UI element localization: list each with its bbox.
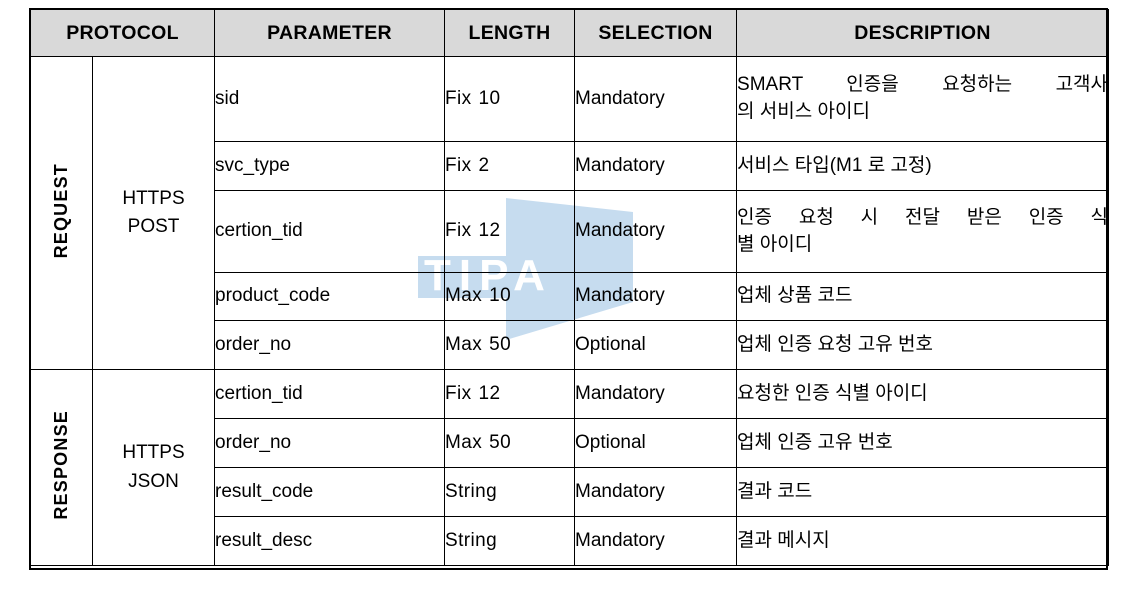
protocol-specification-table: PROTOCOL PARAMETER LENGTH SELECTION DESC… (29, 9, 1110, 566)
description-line-1: SMART 인증을 요청하는 고객사 (737, 74, 1109, 96)
description-line-2: 별 아이디 (737, 233, 813, 255)
protocol-line-2: POST (127, 216, 180, 237)
description-value: 결과 메시지 (736, 516, 1110, 566)
description-value: 업체 인증 요청 고유 번호 (736, 320, 1110, 370)
description-value: 업체 인증 고유 번호 (736, 418, 1110, 468)
section-label-text: RESPONSE (51, 410, 71, 520)
length-number: 10 (489, 285, 512, 307)
description-value: 요청한 인증 식별 아이디 (736, 369, 1110, 419)
length-value: Fix 12 (444, 190, 576, 273)
table-header-row: PROTOCOL PARAMETER LENGTH SELECTION DESC… (29, 9, 1110, 57)
selection-value: Mandatory (574, 272, 738, 321)
protocol-cell-response: HTTPS JSON (91, 369, 216, 566)
length-word: Max (445, 285, 483, 307)
selection-value: Mandatory (574, 141, 738, 191)
parameter-name: result_desc (214, 516, 446, 566)
length-value: Max 50 (444, 320, 576, 370)
column-header-parameter: PARAMETER (214, 9, 446, 57)
length-value: Fix 2 (444, 141, 576, 191)
length-word: Fix (445, 382, 472, 404)
length-value: String (444, 516, 576, 566)
parameter-name: order_no (214, 418, 446, 468)
section-label-text: REQUEST (51, 162, 71, 259)
column-header-length: LENGTH (444, 9, 576, 57)
parameter-name: result_code (214, 467, 446, 517)
parameter-name: product_code (214, 272, 446, 321)
length-number: 50 (489, 431, 512, 453)
protocol-line-2: JSON (128, 470, 179, 492)
protocol-line-1: HTTPS (122, 442, 185, 463)
protocol-line-1: HTTPS (122, 187, 185, 209)
parameter-name: certion_tid (214, 369, 446, 419)
selection-value: Mandatory (574, 516, 738, 566)
description-line-2: 의 서비스 아이디 (737, 101, 870, 122)
selection-value: Mandatory (574, 467, 738, 517)
length-word: Max (445, 431, 483, 453)
selection-value: Mandatory (574, 56, 738, 142)
table-row: RESPONSE HTTPS JSON certion_tid Fix 12 Ma… (30, 369, 1110, 566)
length-number: 50 (489, 333, 512, 355)
length-word: Fix (445, 87, 472, 109)
parameter-name: certion_tid (214, 190, 446, 273)
length-number: 2 (478, 154, 490, 176)
selection-value: Mandatory (574, 369, 738, 419)
parameter-name: order_no (214, 320, 446, 370)
length-word: Fix (445, 220, 472, 242)
selection-value: Optional (574, 320, 738, 370)
length-word: Max (445, 333, 483, 355)
length-value: Fix 12 (444, 369, 576, 419)
description-value: 서비스 타입(M1 로 고정) (736, 141, 1110, 191)
section-label-response: RESPONSE (30, 369, 93, 566)
parameter-name: sid (214, 56, 446, 142)
column-header-selection: SELECTION (574, 9, 738, 57)
length-value: Fix 10 (444, 56, 576, 142)
column-header-description: DESCRIPTION (736, 9, 1110, 57)
length-value: String (444, 467, 576, 517)
description-value: SMART 인증을 요청하는 고객사 의 서비스 아이디 (736, 56, 1110, 142)
length-number: 12 (478, 382, 501, 404)
selection-value: Mandatory (574, 190, 738, 273)
length-value: Max 10 (444, 272, 576, 321)
protocol-cell-request: HTTPS POST (91, 56, 216, 370)
length-number: 12 (478, 220, 501, 242)
length-number: 10 (478, 87, 501, 109)
specification-document: TIPA PROTOCOL PARAMETER LENGTH SELECTION… (0, 0, 1136, 611)
length-value: Max 50 (444, 418, 576, 468)
length-word: Fix (445, 154, 472, 176)
table-row: REQUEST HTTPS POST sid Fix 10 Mandatory S… (30, 56, 1110, 370)
description-value: 업체 상품 코드 (736, 272, 1110, 321)
description-value: 인증 요청 시 전달 받은 인증 식 별 아이디 (736, 190, 1110, 273)
column-header-protocol: PROTOCOL (29, 9, 216, 57)
section-label-request: REQUEST (30, 56, 93, 370)
description-line-1: 인증 요청 시 전달 받은 인증 식 (737, 206, 1109, 228)
description-value: 결과 코드 (736, 467, 1110, 517)
parameter-name: svc_type (214, 141, 446, 191)
selection-value: Optional (574, 418, 738, 468)
